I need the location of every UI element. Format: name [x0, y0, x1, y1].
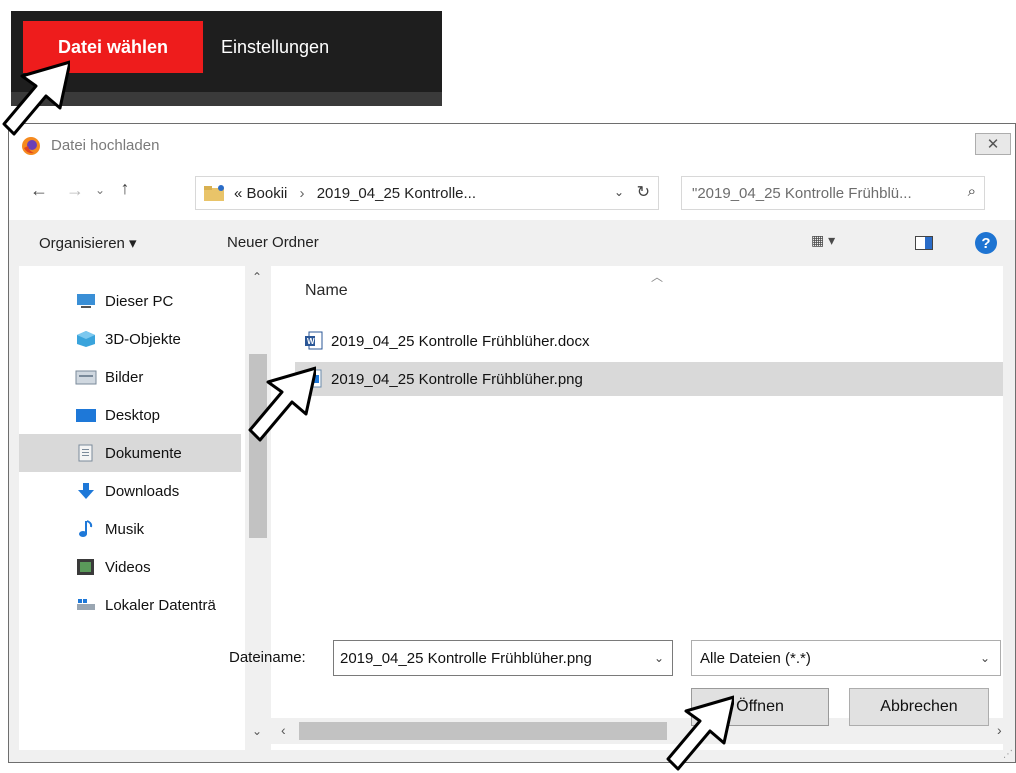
video-icon [77, 559, 94, 575]
pictures-icon [75, 370, 97, 385]
file-list-vertical-scrollbar[interactable] [1003, 266, 1015, 718]
navigation-pane: Dieser PC 3D-Objekte Bilder Desktop Doku… [19, 266, 271, 750]
nav-item-videos[interactable]: Videos [19, 548, 241, 586]
nav-item-music[interactable]: Musik [19, 510, 241, 548]
filename-field[interactable]: ⌄ [333, 640, 673, 676]
dialog-title: Datei hochladen [51, 137, 160, 154]
download-icon [78, 483, 94, 499]
breadcrumb-overflow[interactable]: « [234, 185, 242, 202]
nav-item-label: Dieser PC [105, 292, 174, 310]
nav-item-local-drive[interactable]: Lokaler Datenträ [19, 586, 241, 624]
app-bar-strip [11, 92, 442, 106]
close-icon: ✕ [986, 136, 1000, 153]
dialog-titlebar: Datei hochladen ✕ [9, 124, 1015, 168]
scroll-right-icon[interactable]: › [997, 722, 1002, 738]
music-icon [79, 520, 93, 537]
file-type-value: Alle Dateien (*.*) [700, 649, 811, 667]
name-column-header[interactable]: Name [305, 282, 348, 300]
open-button[interactable]: Öffnen [691, 688, 829, 726]
navigation-bar: ← → ⌄ ↑ « Bookii › 2019_04_25 Kontrolle.… [9, 168, 1015, 220]
address-bar[interactable]: « Bookii › 2019_04_25 Kontrolle... ⌄ ↻ [195, 176, 659, 210]
nav-item-label: Downloads [105, 482, 180, 500]
column-header: ︿ Name [271, 266, 1003, 322]
back-arrow-icon[interactable]: ← [25, 180, 53, 201]
preview-pane-icon[interactable] [915, 236, 933, 250]
nav-item-downloads[interactable]: Downloads [19, 472, 241, 510]
file-type-filter[interactable]: Alle Dateien (*.*) ⌄ [691, 640, 1001, 676]
nav-item-label: Musik [105, 520, 145, 538]
help-icon[interactable]: ? [975, 232, 997, 254]
forward-arrow-icon[interactable]: → [61, 180, 89, 201]
image-file-icon [306, 369, 322, 388]
cube-icon [77, 331, 95, 347]
file-list: ︿ Name W 2019_04_25 Kontrolle Frühblüher… [271, 266, 1003, 750]
nav-item-label: Dokumente [105, 444, 182, 462]
nav-pane-scrollbar[interactable]: ⌃ ⌄ [245, 266, 271, 750]
pc-icon [77, 294, 95, 308]
breadcrumb-segment-folder[interactable]: 2019_04_25 Kontrolle... [317, 185, 476, 202]
nav-item-label: Lokaler Datenträ [105, 596, 216, 614]
search-placeholder: "2019_04_25 Kontrolle Frühblü... [692, 184, 912, 202]
cancel-button[interactable]: Abbrechen [849, 688, 989, 726]
documents-icon [78, 444, 93, 462]
dialog-toolbar: Organisieren ▾ Neuer Ordner ▦ ▾ ? [9, 220, 1015, 266]
search-icon[interactable]: ⌕ [968, 183, 976, 200]
refresh-icon[interactable]: ↻ [637, 182, 650, 202]
nav-item-documents[interactable]: Dokumente [19, 434, 241, 472]
file-row-png[interactable]: 2019_04_25 Kontrolle Frühblüher.png [295, 362, 1003, 396]
breadcrumb[interactable]: « Bookii › 2019_04_25 Kontrolle... [234, 185, 476, 202]
nav-item-label: 3D-Objekte [105, 330, 181, 348]
nav-item-this-pc[interactable]: Dieser PC [19, 282, 241, 320]
breadcrumb-separator: › [299, 184, 305, 202]
chevron-down-icon[interactable]: ⌄ [980, 651, 990, 665]
filename-input[interactable] [340, 649, 640, 667]
scrollbar-thumb[interactable] [249, 354, 267, 538]
close-button[interactable]: ✕ [975, 133, 1011, 155]
nav-item-label: Bilder [105, 368, 144, 386]
desktop-icon [76, 409, 96, 422]
breadcrumb-segment-bookii[interactable]: Bookii [247, 185, 288, 202]
upload-file-dialog: Datei hochladen ✕ ← → ⌄ ↑ « Bookii › 201… [8, 123, 1016, 763]
scroll-left-icon[interactable]: ‹ [281, 722, 286, 738]
file-name: 2019_04_25 Kontrolle Frühblüher.png [331, 370, 583, 388]
scrollbar-thumb[interactable] [299, 722, 667, 740]
nav-item-desktop[interactable]: Desktop [19, 396, 241, 434]
scroll-down-icon[interactable]: ⌄ [252, 724, 262, 738]
filename-label: Dateiname: [229, 649, 306, 666]
nav-item-3d-objects[interactable]: 3D-Objekte [19, 320, 241, 358]
view-options-icon[interactable]: ▦ ▾ [811, 232, 835, 249]
organize-menu-button[interactable]: Organisieren ▾ [39, 234, 137, 252]
svg-text:W: W [307, 337, 315, 346]
scroll-up-icon[interactable]: ⌃ [252, 270, 262, 284]
word-doc-icon: W [305, 331, 323, 350]
app-menu-bar: Datei wählen Einstellungen [11, 11, 442, 106]
search-field[interactable]: "2019_04_25 Kontrolle Frühblü... ⌕ [681, 176, 985, 210]
settings-tab[interactable]: Einstellungen [221, 21, 329, 73]
sort-ascending-icon: ︿ [651, 270, 664, 284]
new-folder-button[interactable]: Neuer Ordner [227, 234, 319, 251]
up-arrow-icon[interactable]: ↑ [113, 178, 137, 199]
resize-grip-icon[interactable]: ⋰ [1003, 749, 1013, 760]
recent-locations-chevron-icon[interactable]: ⌄ [95, 183, 105, 197]
folder-icon [204, 185, 224, 201]
drive-icon [77, 599, 95, 610]
nav-item-label: Videos [105, 558, 151, 576]
file-row-docx[interactable]: W 2019_04_25 Kontrolle Frühblüher.docx [295, 324, 1003, 358]
chevron-down-icon[interactable]: ⌄ [654, 651, 664, 665]
file-name: 2019_04_25 Kontrolle Frühblüher.docx [331, 332, 590, 350]
nav-item-pictures[interactable]: Bilder [19, 358, 241, 396]
nav-item-label: Desktop [105, 406, 161, 424]
address-dropdown-icon[interactable]: ⌄ [614, 185, 624, 199]
firefox-icon [22, 137, 40, 155]
select-file-tab[interactable]: Datei wählen [23, 21, 203, 73]
